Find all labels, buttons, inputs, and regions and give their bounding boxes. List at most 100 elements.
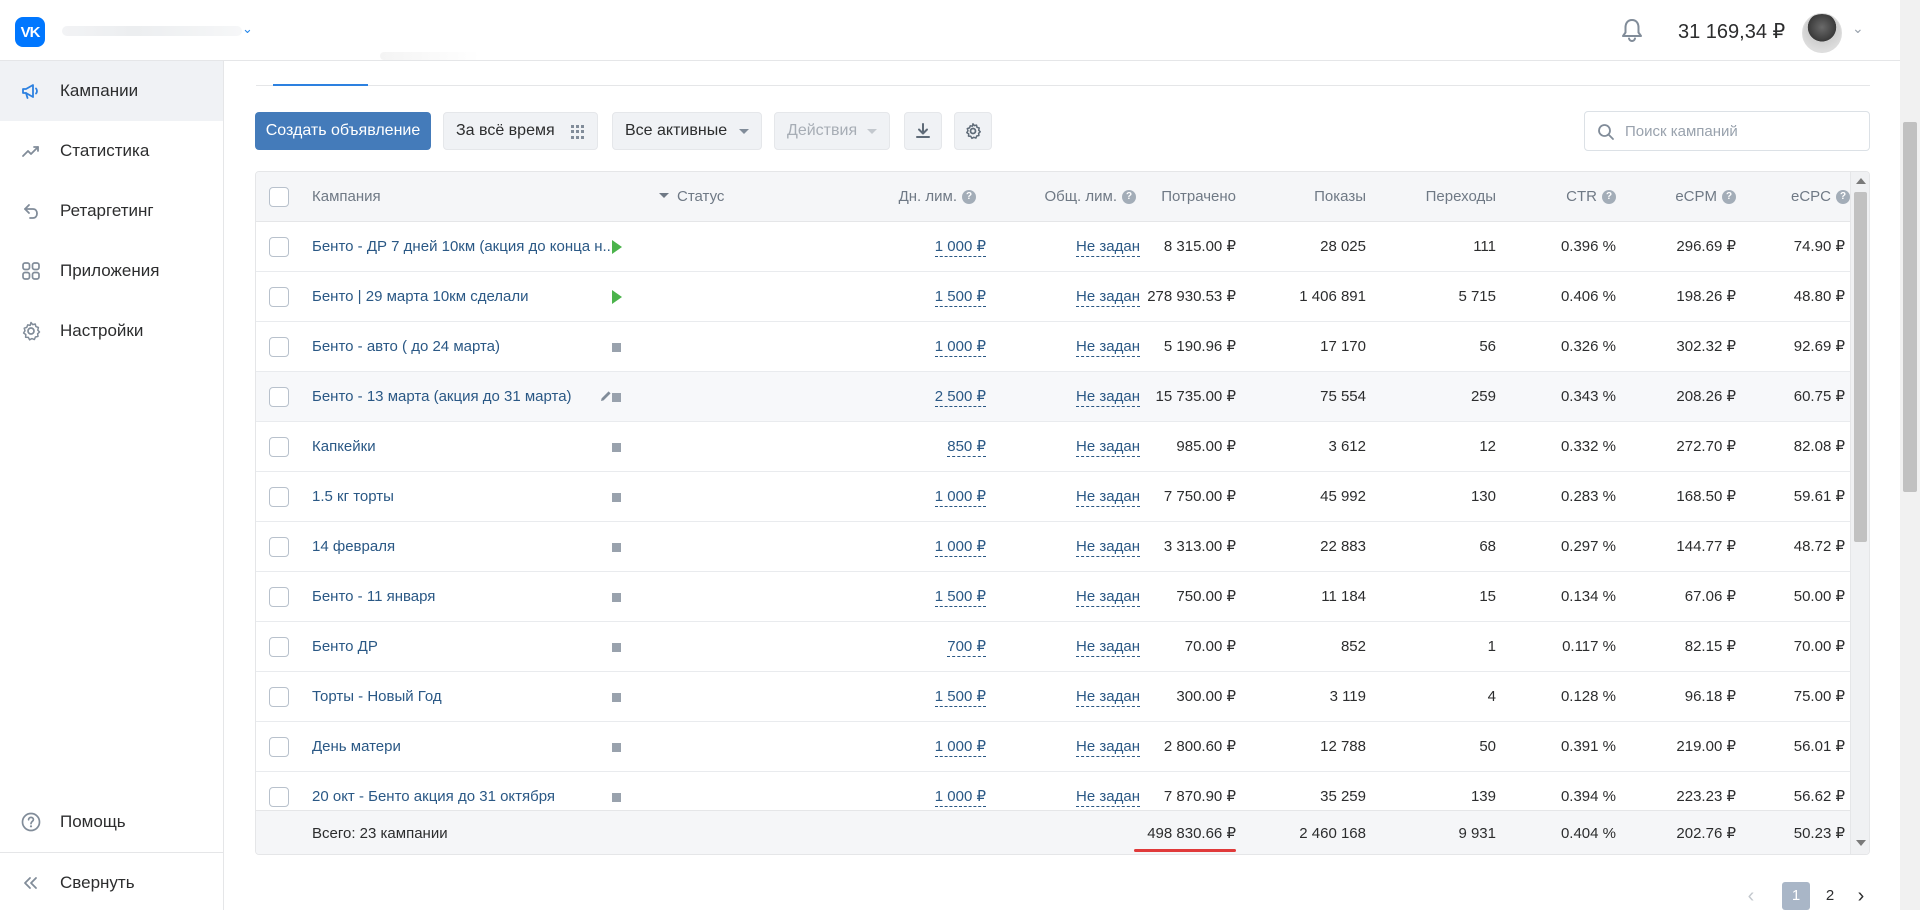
table-row[interactable]: Торты - Новый Год 1 500 ₽ Не задан 300.00 ₽… bbox=[256, 672, 1850, 722]
campaign-name-link[interactable]: Бенто ДР bbox=[312, 622, 378, 672]
tab-hidden-label[interactable] bbox=[380, 52, 480, 60]
row-checkbox[interactable] bbox=[269, 237, 289, 257]
stop-status-icon[interactable] bbox=[612, 543, 621, 552]
account-chevron-down-icon[interactable]: ⌄ bbox=[242, 21, 253, 37]
campaign-name-link[interactable]: Торты - Новый Год bbox=[312, 672, 442, 722]
search-input[interactable] bbox=[1625, 121, 1861, 141]
profile-chevron-down-icon[interactable]: ⌄ bbox=[1852, 20, 1864, 37]
sidebar-item-statistics[interactable]: Статистика bbox=[0, 121, 223, 181]
table-row[interactable]: Бенто - ДР 7 дней 10км (акция до конца н… bbox=[256, 222, 1850, 272]
campaign-name-link[interactable]: 20 окт - Бенто акция до 31 октября bbox=[312, 772, 555, 810]
column-header-day-limit[interactable]: Дн. лим.? bbox=[816, 172, 976, 222]
table-settings-button[interactable] bbox=[954, 112, 992, 150]
row-checkbox[interactable] bbox=[269, 387, 289, 407]
sidebar-item-campaigns[interactable]: Кампании bbox=[0, 61, 223, 121]
stop-status-icon[interactable] bbox=[612, 393, 621, 402]
row-checkbox[interactable] bbox=[269, 337, 289, 357]
table-scrollbar-thumb[interactable] bbox=[1854, 192, 1867, 542]
table-row[interactable]: Капкейки 850 ₽ Не задан 985.00 ₽3 612 12 0.33… bbox=[256, 422, 1850, 472]
table-row[interactable]: Бенто - 11 января 1 500 ₽ Не задан 750.00 ₽… bbox=[256, 572, 1850, 622]
play-status-icon[interactable] bbox=[612, 240, 622, 254]
clicks-value: 50 bbox=[1479, 738, 1496, 755]
page-button-2[interactable]: 2 bbox=[1816, 882, 1844, 910]
select-all-checkbox[interactable] bbox=[269, 187, 289, 207]
account-balance[interactable]: 31 169,34 ₽ bbox=[1678, 19, 1785, 44]
table-row[interactable]: Бенто ДР 700 ₽ Не задан 70.00 ₽852 1 0.117 % 8… bbox=[256, 622, 1850, 672]
help-question-icon[interactable]: ? bbox=[1722, 190, 1736, 204]
table-row[interactable]: Бенто - 13 марта (акция до 31 марта) 2 50… bbox=[256, 372, 1850, 422]
column-header-ecpc[interactable]: eCPC? bbox=[1736, 172, 1850, 222]
next-page-chevron-icon[interactable]: › bbox=[1850, 884, 1872, 908]
row-checkbox[interactable] bbox=[269, 637, 289, 657]
help-question-icon[interactable]: ? bbox=[1836, 190, 1850, 204]
row-checkbox[interactable] bbox=[269, 487, 289, 507]
page-button-1[interactable]: 1 bbox=[1782, 882, 1810, 910]
table-row[interactable]: Бенто | 29 марта 10км сделали 1 500 ₽ Не з… bbox=[256, 272, 1850, 322]
row-checkbox[interactable] bbox=[269, 287, 289, 307]
column-header-campaign[interactable]: Кампания bbox=[312, 172, 381, 222]
table-row[interactable]: 1.5 кг торты 1 000 ₽ Не задан 7 750.00 ₽45 … bbox=[256, 472, 1850, 522]
page-scrollbar-thumb[interactable] bbox=[1903, 122, 1917, 492]
row-checkbox[interactable] bbox=[269, 537, 289, 557]
table-row[interactable]: Бенто - авто ( до 24 марта) 1 000 ₽ Не зад… bbox=[256, 322, 1850, 372]
column-header-ecpm[interactable]: eCPM? bbox=[1616, 172, 1736, 222]
stop-status-icon[interactable] bbox=[612, 343, 621, 352]
row-checkbox[interactable] bbox=[269, 787, 289, 807]
help-question-icon[interactable]: ? bbox=[1122, 190, 1136, 204]
ecpm-value: 302.32 ₽ bbox=[1676, 338, 1736, 355]
stop-status-icon[interactable] bbox=[612, 443, 621, 452]
page-scrollbar[interactable] bbox=[1900, 0, 1920, 910]
campaign-name-link[interactable]: Бенто - 13 марта (акция до 31 марта) bbox=[312, 372, 572, 422]
row-checkbox[interactable] bbox=[269, 737, 289, 757]
sidebar-item-apps[interactable]: Приложения bbox=[0, 241, 223, 301]
campaign-name-link[interactable]: Бенто | 29 марта 10км сделали bbox=[312, 272, 529, 322]
stop-status-icon[interactable] bbox=[612, 793, 621, 802]
campaign-name-link[interactable]: Бенто - 11 января bbox=[312, 572, 435, 622]
scroll-up-arrow-icon[interactable] bbox=[1856, 178, 1866, 184]
stop-status-icon[interactable] bbox=[612, 493, 621, 502]
play-status-icon[interactable] bbox=[612, 290, 622, 304]
column-header-impressions[interactable]: Показы bbox=[1236, 172, 1366, 222]
column-header-total-limit[interactable]: Общ. лим.? bbox=[976, 172, 1136, 222]
create-ad-button[interactable]: Создать объявление bbox=[255, 112, 431, 150]
account-name-redacted[interactable] bbox=[62, 26, 242, 36]
download-button[interactable] bbox=[904, 112, 942, 150]
campaign-name-link[interactable]: Капкейки bbox=[312, 422, 376, 472]
column-header-spent[interactable]: Потрачено bbox=[1136, 172, 1236, 222]
row-checkbox[interactable] bbox=[269, 437, 289, 457]
help-question-icon[interactable]: ? bbox=[1602, 190, 1616, 204]
period-select[interactable]: За всё время bbox=[443, 112, 598, 150]
vk-logo[interactable]: VK bbox=[15, 17, 45, 47]
campaign-name-link[interactable]: Бенто - авто ( до 24 марта) bbox=[312, 322, 500, 372]
column-header-ctr[interactable]: CTR? bbox=[1496, 172, 1616, 222]
table-scrollbar[interactable] bbox=[1850, 172, 1869, 854]
row-checkbox[interactable] bbox=[269, 587, 289, 607]
pencil-edit-icon[interactable] bbox=[599, 389, 613, 403]
bell-icon[interactable] bbox=[1618, 16, 1646, 44]
campaign-name-link[interactable]: 1.5 кг торты bbox=[312, 472, 394, 522]
search-box[interactable] bbox=[1584, 111, 1870, 151]
stop-status-icon[interactable] bbox=[612, 693, 621, 702]
column-header-clicks[interactable]: Переходы bbox=[1366, 172, 1496, 222]
table-row[interactable]: День матери 1 000 ₽ Не задан 2 800.60 ₽12 7… bbox=[256, 722, 1850, 772]
campaign-name-link[interactable]: 14 февраля bbox=[312, 522, 395, 572]
help-question-icon[interactable]: ? bbox=[962, 190, 976, 204]
row-checkbox[interactable] bbox=[269, 687, 289, 707]
sidebar-item-retargeting[interactable]: Ретаргетинг bbox=[0, 181, 223, 241]
sidebar-collapse-button[interactable]: Свернуть bbox=[0, 853, 223, 913]
sidebar-item-help[interactable]: Помощь bbox=[0, 792, 223, 852]
stop-status-icon[interactable] bbox=[612, 593, 621, 602]
table-row[interactable]: 14 февраля 1 000 ₽ Не задан 3 313.00 ₽22 88… bbox=[256, 522, 1850, 572]
column-header-status[interactable]: Статус bbox=[659, 172, 724, 222]
campaign-name-link[interactable]: День матери bbox=[312, 722, 401, 772]
avatar[interactable] bbox=[1802, 13, 1842, 53]
scroll-down-arrow-icon[interactable] bbox=[1856, 840, 1866, 846]
status-filter-select[interactable]: Все активные bbox=[612, 112, 762, 150]
sidebar-item-settings[interactable]: Настройки bbox=[0, 301, 223, 361]
stop-status-icon[interactable] bbox=[612, 643, 621, 652]
prev-page-chevron-icon[interactable]: ‹ bbox=[1740, 884, 1762, 908]
table-row[interactable]: 20 окт - Бенто акция до 31 октября 1 000 … bbox=[256, 772, 1850, 810]
campaign-name-link[interactable]: Бенто - ДР 7 дней 10км (акция до конца н… bbox=[312, 222, 615, 272]
actions-dropdown[interactable]: Действия bbox=[774, 112, 890, 150]
stop-status-icon[interactable] bbox=[612, 743, 621, 752]
